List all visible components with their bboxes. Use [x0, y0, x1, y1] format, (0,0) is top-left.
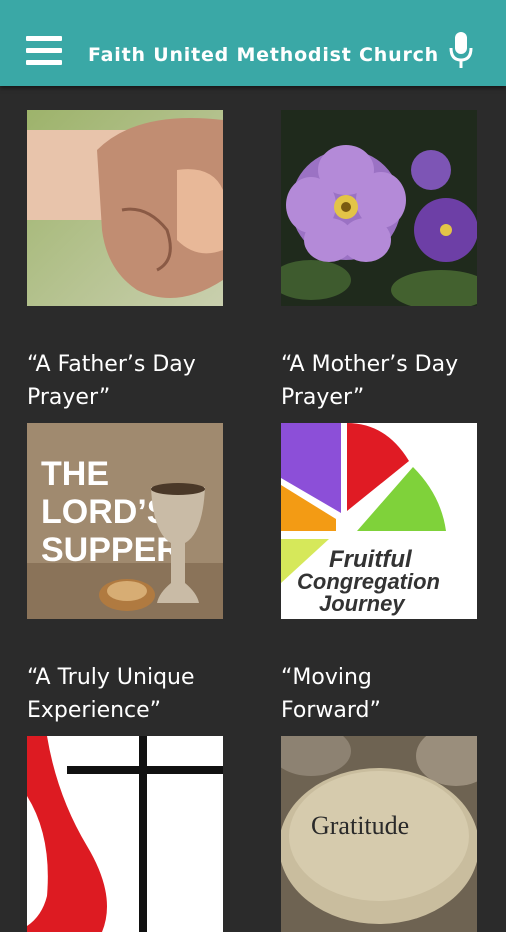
title-line: “Moving	[281, 665, 372, 690]
sermon-title: “A Truly Unique Experience”	[27, 661, 227, 727]
holding-hands-image	[27, 110, 223, 306]
fruitful-text: Journey	[319, 591, 406, 616]
microphone-icon[interactable]	[448, 31, 474, 71]
fruitful-congregation-image: Fruitful Congregation Journey	[281, 423, 477, 619]
sermon-title: “Moving Forward”	[281, 661, 481, 727]
title-line: Prayer”	[27, 385, 111, 410]
sermon-title: “A Father’s Day Prayer”	[27, 348, 227, 414]
sermon-title: “A Mother’s Day Prayer”	[281, 348, 481, 414]
title-line: “A Truly Unique	[27, 665, 195, 690]
hamburger-menu-icon[interactable]	[26, 36, 62, 66]
purple-flowers-image	[281, 110, 477, 306]
app-bar: Faith United Methodist Church	[0, 0, 506, 86]
lords-supper-image: THE LORD’S SUPPER	[27, 423, 223, 619]
lords-supper-text: LORD’S	[41, 493, 169, 531]
title-line: “A Father’s Day	[27, 352, 196, 377]
gratitude-text: Gratitude	[311, 811, 409, 840]
title-line: Experience”	[27, 698, 162, 723]
title-line: Prayer”	[281, 385, 365, 410]
sermon-grid: “A Father’s Day Prayer” “A Mother’s Day …	[0, 86, 506, 932]
cross-and-flame-image	[27, 736, 223, 932]
gratitude-stone-image: Gratitude	[281, 736, 477, 932]
app-title: Faith United Methodist Church	[88, 44, 440, 66]
title-line: “A Mother’s Day	[281, 352, 459, 377]
title-line: Forward”	[281, 698, 381, 723]
lords-supper-text: SUPPER	[41, 531, 181, 569]
lords-supper-text: THE	[41, 455, 109, 493]
